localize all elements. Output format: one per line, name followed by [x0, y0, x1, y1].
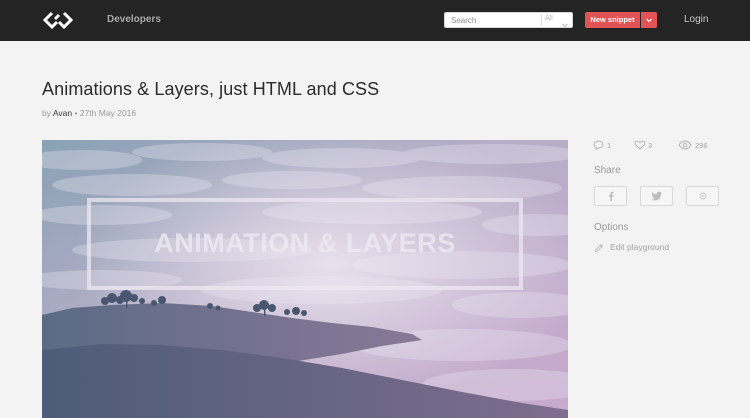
share-heading: Share — [594, 165, 621, 176]
byline-prefix: by — [42, 108, 51, 118]
views-stat: 296 — [678, 139, 718, 151]
publish-date: • 27th May 2016 — [74, 108, 137, 118]
post-stats: 1 3 296 — [593, 139, 723, 151]
new-snippet-dropdown-button[interactable] — [641, 12, 657, 28]
page-title: Animations & Layers, just HTML and CSS — [42, 79, 380, 99]
facebook-icon — [608, 191, 614, 201]
likes-count: 3 — [648, 141, 653, 150]
twitter-icon — [651, 191, 662, 201]
share-google-plus-button[interactable] — [686, 186, 719, 206]
hero-image[interactable]: ANIMATION & LAYERS — [42, 140, 568, 418]
edit-playground-label: Edit playground — [610, 242, 670, 252]
logo-icon[interactable] — [42, 10, 74, 30]
views-count: 296 — [695, 141, 708, 150]
search-filter-select[interactable]: All — [545, 15, 553, 22]
byline: by Avan • 27th May 2016 — [42, 108, 136, 118]
new-snippet-button[interactable]: New snippet — [585, 12, 640, 28]
share-facebook-button[interactable] — [594, 186, 627, 206]
options-heading: Options — [594, 222, 629, 233]
nav-developers-link[interactable]: Developers — [107, 14, 161, 25]
hero-text: ANIMATION & LAYERS — [154, 228, 456, 258]
likes-stat[interactable]: 3 — [634, 139, 664, 151]
login-link[interactable]: Login — [684, 14, 708, 25]
pencil-icon — [595, 244, 603, 252]
share-twitter-button[interactable] — [640, 186, 673, 206]
google-plus-icon — [699, 192, 706, 200]
search-box: All — [444, 12, 573, 28]
comments-count: 1 — [607, 141, 612, 150]
comment-icon — [593, 140, 604, 150]
chevron-down-icon — [646, 18, 652, 23]
search-divider — [541, 15, 542, 25]
heart-icon — [634, 140, 646, 150]
chevron-down-icon[interactable] — [561, 16, 569, 28]
author-link[interactable]: Avan — [53, 108, 72, 118]
eye-icon — [678, 140, 692, 150]
search-input[interactable] — [445, 13, 540, 27]
comments-stat[interactable]: 1 — [593, 139, 623, 151]
top-navbar: Developers All New snippet Login — [0, 0, 750, 41]
